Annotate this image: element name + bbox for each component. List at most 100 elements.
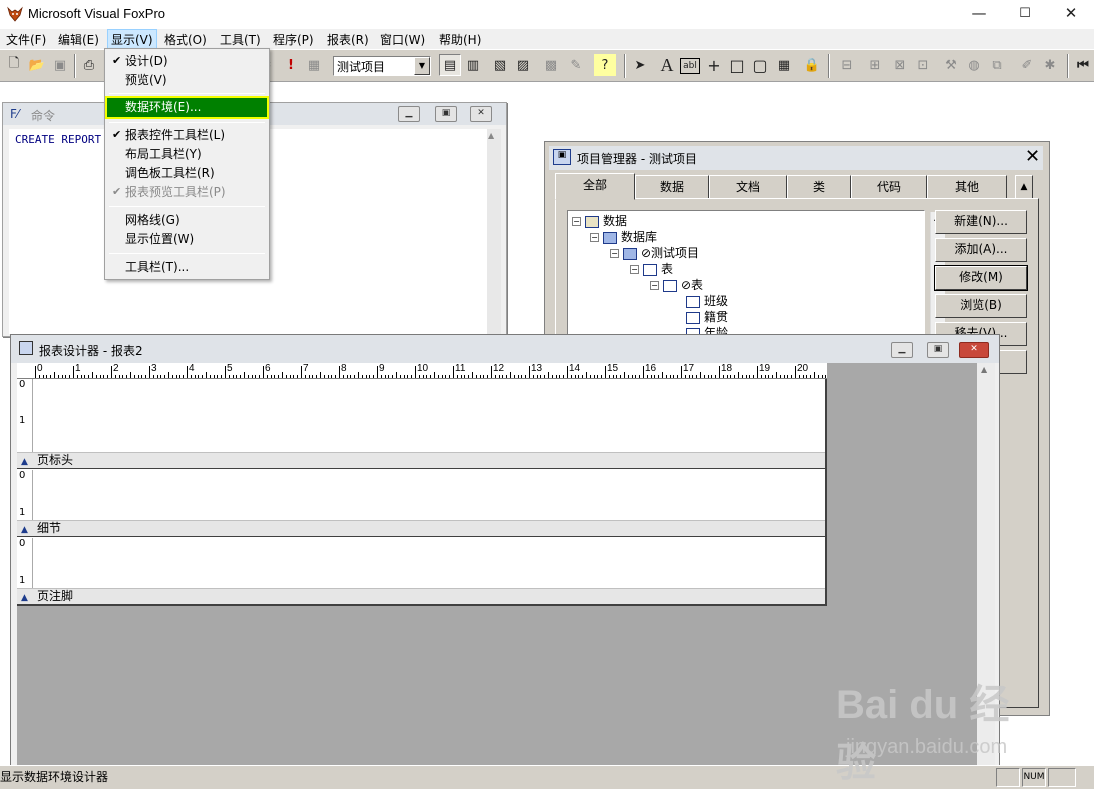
report-design-area[interactable]: 0 1 2 3 4 5 6 7 8 9 10 11 12 13 14 15 16 17 18 19 20 0 1 ▲ 页… [17,363,977,765]
close-icon[interactable]: ✕ [959,342,989,358]
rectangle-tool-icon[interactable]: □ [726,54,748,76]
save-icon[interactable]: ▣ [49,54,71,76]
chevron-down-icon[interactable]: ▼ [414,57,430,75]
menu-file[interactable]: 文件(F) [6,31,46,48]
menu-item-data-environment[interactable]: 数据环境(E)... [105,96,269,119]
form-wizard-icon[interactable]: ▩ [540,54,562,76]
menu-edit[interactable]: 编辑(E) [58,31,99,48]
collapse-icon[interactable]: − [650,281,659,290]
menu-view[interactable]: 显示(V) [107,29,157,49]
picture-tool-icon[interactable]: ▦ [773,54,795,76]
tree-node[interactable]: − 表 [630,260,673,276]
menu-item-grid-lines[interactable]: 网格线(G) [107,211,267,230]
select-pointer-icon[interactable]: ➤ [629,54,651,76]
triangle-up-icon: ▲ [21,593,28,603]
ruler-label: 8 [341,363,347,374]
command-scrollbar[interactable]: ▲ [487,129,501,334]
align-bottom-icon[interactable]: ⊡ [912,54,934,76]
collapse-icon[interactable]: − [610,249,619,258]
print-icon[interactable]: ⎙ [78,54,100,76]
project-combo[interactable]: 测试项目 ▼ [333,56,431,76]
band-page-header[interactable]: ▲ 页标头 [17,452,825,469]
align-right-icon[interactable]: ⊞ [864,54,886,76]
tab-classes[interactable]: 类 [787,175,851,199]
database-designer-icon[interactable]: ▧ [489,54,511,76]
tab-documents[interactable]: 文档 [709,175,787,199]
new-button[interactable]: 新建(N)... [935,210,1027,234]
scroll-up-icon[interactable]: ▲ [488,131,494,140]
tab-data[interactable]: 数据 [635,175,709,199]
open-folder-icon[interactable]: 📂 [26,54,48,76]
menu-item-design[interactable]: ✔ 设计(D) [107,52,267,71]
tree-node[interactable]: 籍贯 [686,308,728,324]
maximize-icon[interactable]: ▣ [927,342,949,358]
modify-form-icon[interactable]: ▦ [303,54,325,76]
minimize-button[interactable]: — [956,0,1002,29]
band-page-footer[interactable]: ▲ 页注脚 [17,588,825,605]
menu-item-label: 报表控件工具栏(L) [125,128,226,142]
tree-node[interactable]: − 数据库 [590,228,657,244]
first-record-icon[interactable]: ⏮ [1072,54,1094,76]
lock-icon[interactable]: 🔒 [801,54,823,76]
minimize-icon[interactable]: ▁ [891,342,913,358]
minimize-icon[interactable]: ▁ [398,106,420,122]
layout-icon[interactable]: ⧉ [986,54,1008,76]
tree-node[interactable]: 班级 [686,292,728,308]
collapse-icon[interactable]: − [590,233,599,242]
project-manager-title-bar[interactable]: ▣ 项目管理器 - 测试项目 ✕ [549,146,1043,170]
tree-node[interactable]: − ⊘测试项目 [610,244,699,260]
add-button[interactable]: 添加(A)... [935,238,1027,262]
report-designer-icon[interactable]: ▨ [512,54,534,76]
maximize-button[interactable]: ☐ [1002,0,1048,29]
rounded-rectangle-tool-icon[interactable]: ▢ [749,54,771,76]
menu-item-layout-toolbar[interactable]: 布局工具栏(Y) [107,145,267,164]
help-icon[interactable]: ? [594,54,616,76]
band-detail[interactable]: ▲ 细节 [17,520,825,537]
menu-report[interactable]: 报表(R) [327,31,369,48]
close-icon[interactable]: ✕ [1025,146,1040,167]
menu-item-palette-toolbar[interactable]: 调色板工具栏(R) [107,164,267,183]
tools-icon[interactable]: ⚒ [940,54,962,76]
command-window-icon[interactable]: ▤ [439,54,461,76]
line-tool-icon[interactable]: + [703,54,725,76]
menu-format[interactable]: 格式(O) [164,31,207,48]
report-canvas[interactable]: 0 1 2 3 4 5 6 7 8 9 10 11 12 13 14 15 16 17 18 19 20 0 1 ▲ 页… [17,363,827,606]
collapse-icon[interactable]: − [572,217,581,226]
menu-item-report-controls-toolbar[interactable]: ✔ 报表控件工具栏(L) [107,126,267,145]
scroll-up-icon[interactable]: ▲ [981,365,987,374]
menu-tools[interactable]: 工具(T) [220,31,261,48]
ruler-tick [817,375,819,378]
run-exclamation-icon[interactable]: ! [280,54,302,76]
browse-button[interactable]: 浏览(B) [935,294,1027,318]
tab-code[interactable]: 代码 [851,175,927,199]
align-left-icon[interactable]: ⊟ [836,54,858,76]
menu-window[interactable]: 窗口(W) [380,31,425,48]
report-designer-title-bar[interactable]: 报表设计器 - 报表2 ▁ ▣ ✕ [11,335,999,363]
tab-other[interactable]: 其他 [927,175,1007,199]
align-top-icon[interactable]: ⊠ [889,54,911,76]
ruler-tick [491,366,492,378]
data-session-icon[interactable]: ▥ [462,54,484,76]
tree-node-label: ⊘测试项目 [641,246,700,260]
modify-button[interactable]: 修改(M) [934,265,1028,291]
field-tool-icon[interactable]: abl [680,58,700,74]
tree-node[interactable]: − ⊘表 [650,276,703,292]
maximize-icon[interactable]: ▣ [435,106,457,122]
paint-icon[interactable]: ✐ [1016,54,1038,76]
menu-item-show-position[interactable]: 显示位置(W) [107,230,267,249]
collapse-icon[interactable]: − [630,265,639,274]
close-icon[interactable]: ✕ [470,106,492,122]
close-button[interactable]: ✕ [1048,0,1094,29]
tab-all[interactable]: 全部 [555,173,635,200]
label-tool-icon[interactable]: A [656,54,678,76]
menu-program[interactable]: 程序(P) [273,31,314,48]
report-wizard-icon[interactable]: ✎ [565,54,587,76]
menu-item-preview[interactable]: 预览(V) [107,71,267,90]
menu-help[interactable]: 帮助(H) [439,31,481,48]
tree-node[interactable]: − 数据 [572,212,627,228]
expand-arrow-icon[interactable]: ▲ [1015,175,1033,199]
menu-item-toolbars[interactable]: 工具栏(T)... [107,258,267,277]
globe-icon[interactable]: ◍ [963,54,985,76]
color-palette-icon[interactable]: ✱ [1039,54,1061,76]
new-file-icon[interactable]: 🗋 [3,54,25,76]
